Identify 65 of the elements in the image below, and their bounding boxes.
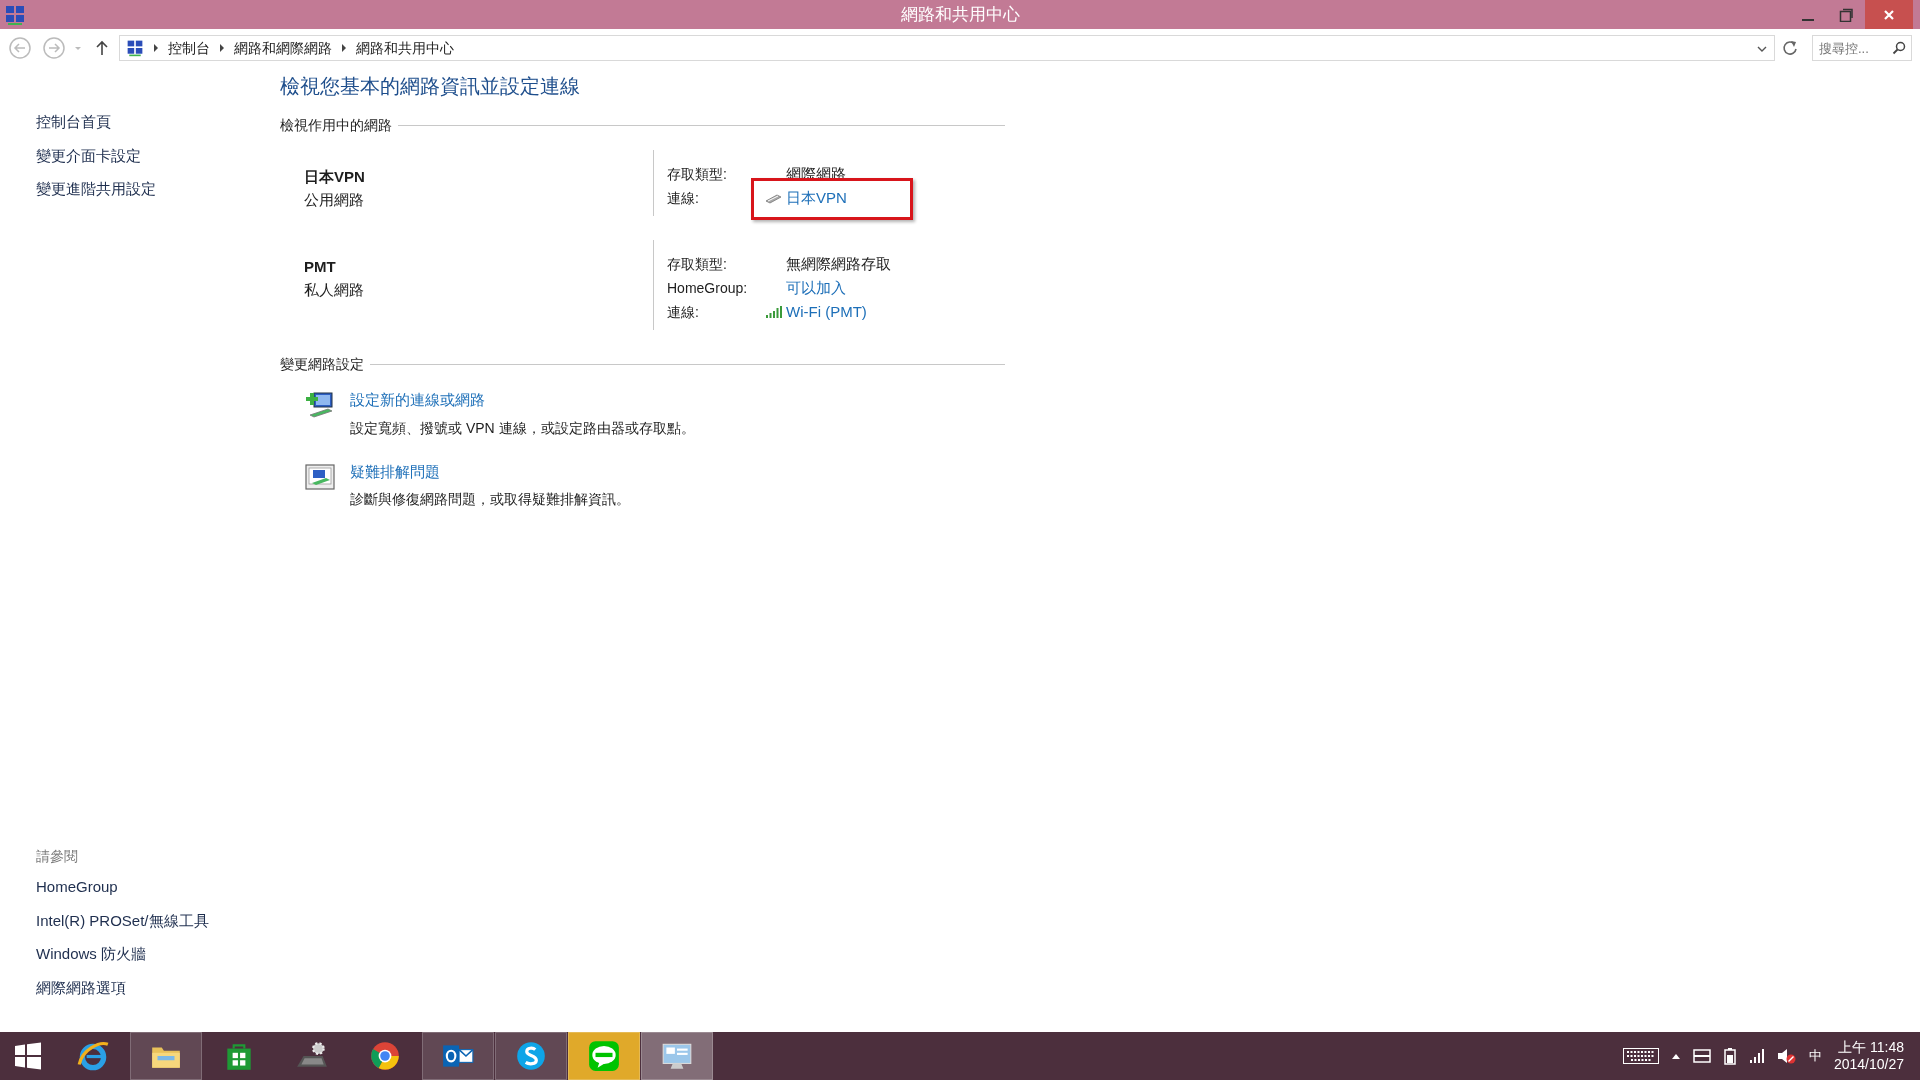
keyboard-icon[interactable] <box>1622 1047 1659 1065</box>
network-category: 私人網路 <box>304 279 365 300</box>
minimize-icon <box>1801 18 1814 21</box>
chat-icon <box>514 1039 548 1073</box>
refresh-icon <box>1780 39 1799 57</box>
breadcrumb[interactable]: 網路和共用中心 <box>356 37 455 59</box>
detail-label: 連線: <box>667 188 700 208</box>
breadcrumb[interactable]: 網路和網際網路 <box>234 37 333 59</box>
network-icon <box>3 3 26 26</box>
sidebar-link[interactable]: 控制台首頁 <box>36 111 111 134</box>
chevron-icon <box>152 43 161 53</box>
maximize-icon <box>1838 7 1853 22</box>
see-also-heading: 請參閱 <box>36 847 79 866</box>
task-description: 設定寬頻、撥號或 VPN 連線，或設定路由器或存取點。 <box>350 418 695 438</box>
cable-icon <box>765 192 782 204</box>
network-name: 日本VPN <box>304 167 366 187</box>
taskbar-app-button[interactable] <box>422 1032 494 1080</box>
detail-label: 存取類型: <box>667 164 728 184</box>
show-hidden-icons[interactable] <box>1670 1052 1681 1060</box>
sidebar-link[interactable]: 變更介面卡設定 <box>36 144 141 167</box>
detail-value: 無網際網路存取 <box>786 253 891 274</box>
sidebar-link[interactable]: 變更進階共用設定 <box>36 178 156 201</box>
signal-icon <box>765 305 782 319</box>
see-also-link[interactable]: Intel(R) PROSet/無線工具 <box>36 909 209 932</box>
signal-icon[interactable] <box>1748 1048 1765 1064</box>
clock-date: 2014/10/27 <box>1833 1056 1904 1074</box>
chevron-icon <box>218 43 227 53</box>
browser-icon <box>76 1039 110 1073</box>
task-link[interactable]: 設定新的連線或網路 <box>350 391 485 408</box>
search-icon <box>1892 41 1906 55</box>
drive-icon[interactable] <box>1692 1049 1711 1063</box>
windows-logo-icon <box>14 1042 42 1070</box>
taskbar-app-button[interactable] <box>130 1032 202 1080</box>
search-field[interactable]: 搜尋控... <box>1812 35 1912 61</box>
speaker-muted-icon[interactable] <box>1776 1047 1797 1065</box>
address-bar[interactable]: 控制台 網路和網際網路 網路和共用中心 <box>119 35 1775 61</box>
detail-label: 連線: <box>667 302 700 322</box>
battery-icon[interactable] <box>1722 1047 1737 1065</box>
taskbar-app-button[interactable] <box>495 1032 567 1080</box>
see-also-link[interactable]: 網際網路選項 <box>36 976 126 999</box>
page-title: 檢視您基本的網路資訊並設定連線 <box>280 74 581 99</box>
close-button[interactable] <box>1864 0 1913 29</box>
refresh-button[interactable] <box>1780 39 1799 57</box>
task-link[interactable]: 疑難排解問題 <box>350 462 440 480</box>
section-heading: 檢視作用中的網路 <box>280 116 392 135</box>
chrome-icon <box>368 1039 402 1073</box>
section-heading: 變更網路設定 <box>280 355 364 374</box>
network-category: 公用網路 <box>304 189 365 210</box>
task-description: 診斷與修復網路問題，或取得疑難排解資訊。 <box>350 490 630 509</box>
close-icon <box>1882 8 1895 21</box>
window-title: 網路和共用中心 <box>900 3 1020 26</box>
network-icon <box>126 39 145 57</box>
connection-link[interactable]: 日本VPN <box>786 186 847 210</box>
chevron-icon <box>340 43 349 53</box>
clock-time: 上午 11:48 <box>1837 1038 1904 1056</box>
input-method-indicator[interactable]: 中 <box>1808 1046 1822 1066</box>
see-also-link[interactable]: HomeGroup <box>36 876 118 899</box>
connection-link[interactable]: Wi-Fi (PMT) <box>786 300 867 324</box>
detail-label: 存取類型: <box>667 254 728 274</box>
network-name: PMT <box>304 257 337 277</box>
speech-bubble-icon <box>587 1039 621 1073</box>
breadcrumb[interactable]: 控制台 <box>168 37 211 59</box>
detail-link[interactable]: 可以加入 <box>786 276 846 300</box>
detail-label: HomeGroup: <box>667 278 749 298</box>
see-also-link[interactable]: Windows 防火牆 <box>36 943 147 966</box>
